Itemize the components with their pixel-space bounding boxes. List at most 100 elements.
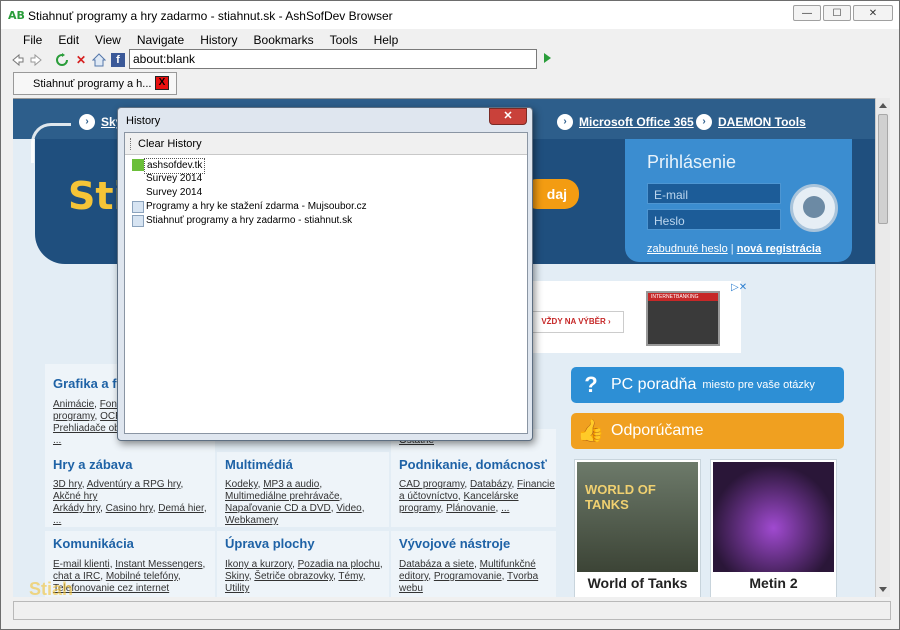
minimize-button[interactable]: — [793, 5, 821, 21]
category-link[interactable]: Arkády hry [53, 503, 100, 514]
pc-poradna-button[interactable]: ? PC poradňa miesto pre vaše otázky [571, 367, 844, 403]
password-field[interactable]: Heslo [647, 209, 781, 230]
category-link[interactable]: Plánovanie [446, 503, 495, 514]
address-bar[interactable] [129, 49, 537, 69]
category-link[interactable]: Témy [338, 571, 362, 582]
category-link[interactable]: ... [53, 435, 61, 446]
category-link[interactable]: programy [53, 411, 95, 422]
category-link[interactable]: Video [336, 503, 361, 514]
menu-tools[interactable]: Tools [322, 29, 366, 49]
go-icon[interactable] [544, 53, 551, 63]
game-card-metin2[interactable]: Metin 2 [710, 459, 837, 597]
category-title[interactable]: Podnikanie, domácnosť [399, 457, 547, 472]
adchoices-icon[interactable]: ▷✕ [731, 282, 747, 293]
close-window-button[interactable]: ✕ [853, 5, 893, 21]
category-link[interactable]: Skiny [225, 571, 249, 582]
category-multimedia: Multimédiá Kodeky, MP3 a audio, Multimed… [217, 452, 389, 527]
top-link-office[interactable]: › Microsoft Office 365 [557, 114, 694, 130]
back-icon[interactable] [11, 53, 25, 67]
chevron-right-icon: › [79, 114, 95, 130]
category-title[interactable]: Komunikácia [53, 536, 134, 551]
category-link[interactable]: Mobilné telefóny [106, 571, 178, 582]
forgot-password-link[interactable]: zabudnuté heslo [647, 243, 728, 255]
site-favicon-icon [132, 159, 144, 171]
category-link[interactable]: Animácie [53, 399, 94, 410]
category-title[interactable]: Úprava plochy [225, 536, 315, 551]
scroll-down-icon[interactable] [879, 587, 887, 592]
home-icon[interactable] [91, 53, 107, 67]
category-link[interactable]: ... [501, 503, 509, 514]
history-item[interactable]: ashsofdev.tk [125, 158, 527, 174]
category-link[interactable]: Napaľovanie CD a DVD [225, 503, 331, 514]
tab-close-button[interactable]: X [155, 76, 169, 90]
category-link[interactable]: Webkamery [225, 515, 278, 526]
category-link[interactable]: Kodeky [225, 479, 258, 490]
chevron-right-icon: › [696, 114, 712, 130]
history-item[interactable]: Programy a hry ke stažení zdarma - Mujso… [125, 200, 527, 214]
scroll-thumb[interactable] [878, 114, 888, 224]
category-games: Hry a zábava 3D hry, Adventúry a RPG hry… [45, 452, 215, 527]
forward-icon[interactable] [29, 53, 43, 67]
menu-file[interactable]: File [15, 29, 50, 49]
category-desktop: Úprava plochy Ikony a kurzory, Pozadia n… [217, 531, 389, 597]
email-field[interactable]: E-mail [647, 183, 781, 204]
category-link[interactable]: Ikony a kurzory [225, 559, 292, 570]
odporucame-button[interactable]: 👍 Odporúčame [571, 413, 844, 449]
category-link[interactable]: Casino hry [106, 503, 153, 514]
game-title: World of Tanks [587, 575, 688, 591]
menu-navigate[interactable]: Navigate [129, 29, 192, 49]
category-link[interactable]: Šetriče obrazovky [254, 571, 333, 582]
clear-history-button[interactable]: Clear History [138, 138, 202, 150]
category-link[interactable]: Multimediálne prehrávače [225, 491, 340, 502]
facebook-icon[interactable]: f [111, 53, 125, 67]
category-link[interactable]: Prehliadače ob [53, 423, 120, 434]
menu-edit[interactable]: Edit [50, 29, 87, 49]
category-link[interactable]: Akčné hry [53, 491, 97, 502]
menu-history[interactable]: History [192, 29, 245, 49]
history-item[interactable]: Stiahnuť programy a hry zadarmo - stiahn… [125, 214, 527, 228]
browser-tab[interactable]: Stiahnuť programy a h... X [13, 72, 177, 95]
stop-icon[interactable]: ✕ [74, 53, 88, 67]
top-link-sky[interactable]: › Sky [79, 114, 122, 130]
vertical-scrollbar[interactable] [875, 98, 890, 597]
maximize-button[interactable]: ☐ [823, 5, 851, 21]
category-link[interactable]: Pozadia na plochu [298, 559, 380, 570]
category-link[interactable]: Databáza a siete [399, 559, 474, 570]
category-title[interactable]: Vývojové nástroje [399, 536, 510, 551]
scroll-up-icon[interactable] [879, 103, 887, 108]
browser-window: AB Stiahnuť programy a hry zadarmo - sti… [0, 0, 900, 630]
history-item[interactable]: Survey 2014 [125, 172, 527, 186]
category-links: Ikony a kurzory, Pozadia na plochu, Skin… [225, 559, 383, 594]
history-title: History [126, 115, 161, 127]
chevron-right-icon: › [557, 114, 573, 130]
menu-bookmarks[interactable]: Bookmarks [246, 29, 322, 49]
menu-view[interactable]: View [87, 29, 129, 49]
category-link[interactable]: E-mail klienti [53, 559, 110, 570]
history-item[interactable]: Survey 2014 [125, 186, 527, 200]
category-link[interactable]: 3D hry [53, 479, 82, 490]
history-close-button[interactable]: ✕ [489, 108, 527, 125]
link-separator: | [730, 243, 734, 255]
category-link[interactable]: ... [53, 515, 61, 526]
category-link[interactable]: CAD programy [399, 479, 464, 490]
ad-button[interactable]: VŽDY NA VÝBĚR › [528, 311, 624, 333]
ad-image: INTERNETBANKING [646, 291, 720, 346]
refresh-icon[interactable] [55, 53, 69, 67]
category-title[interactable]: Hry a zábava [53, 457, 133, 472]
register-link[interactable]: nová registrácia [737, 243, 821, 255]
category-link[interactable]: Demá hier [158, 503, 204, 514]
category-link[interactable]: Adventúry a RPG hry [87, 479, 181, 490]
category-title[interactable]: Multimédiá [225, 457, 293, 472]
status-bar [13, 601, 891, 620]
category-link[interactable]: MP3 a audio [263, 479, 319, 490]
category-link[interactable]: Utility [225, 583, 249, 594]
top-link-daemon[interactable]: › DAEMON Tools [696, 114, 806, 130]
game-card-world-of-tanks[interactable]: WORLD OF TANKS World of Tanks [574, 459, 701, 597]
category-link[interactable]: Programovanie [434, 571, 502, 582]
category-link[interactable]: Databázy [470, 479, 512, 490]
menu-help[interactable]: Help [366, 29, 407, 49]
category-title[interactable]: Grafika a fo [53, 376, 125, 391]
category-link[interactable]: Instant Messengers [115, 559, 202, 570]
history-panel: Clear History ashsofdev.tk Survey 2014 S… [124, 132, 528, 434]
login-submit-button[interactable] [790, 184, 838, 232]
